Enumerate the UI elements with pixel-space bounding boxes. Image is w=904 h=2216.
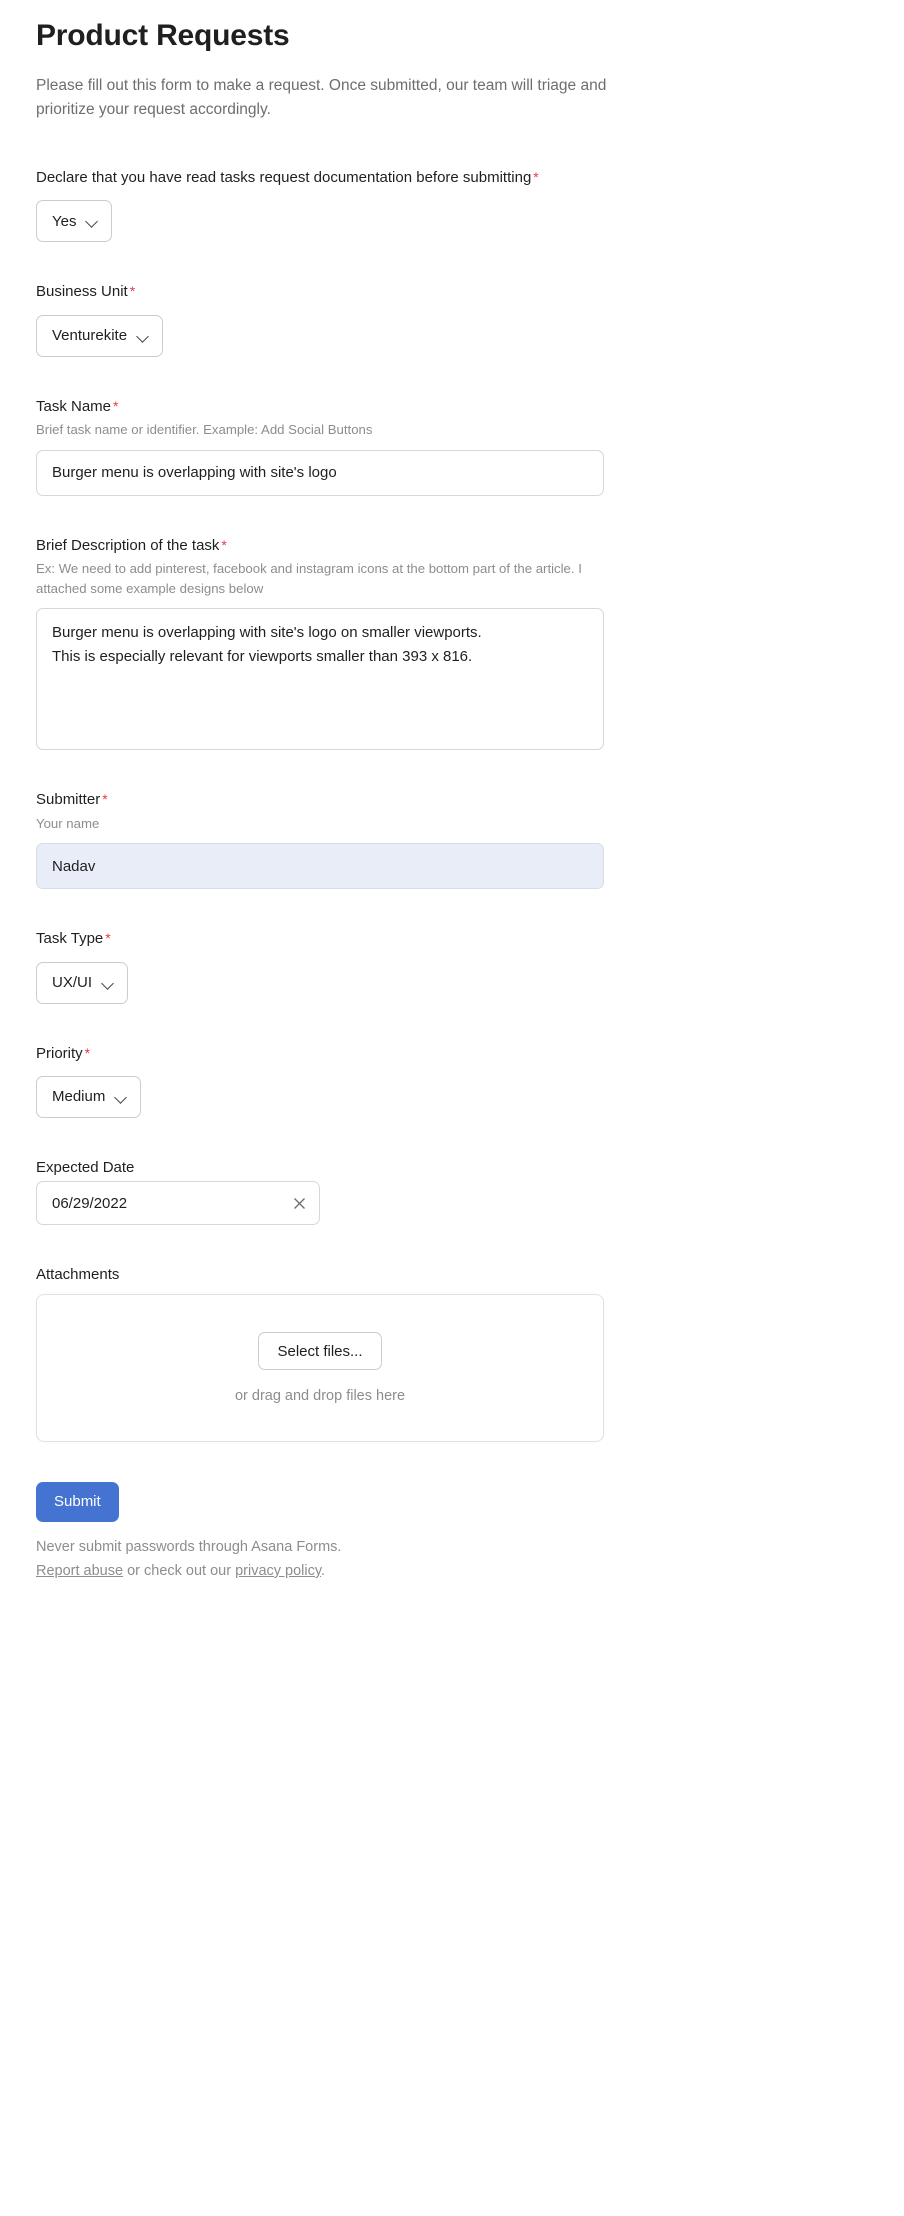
select-files-button[interactable]: Select files...: [258, 1332, 382, 1371]
task-type-dropdown[interactable]: UX/UI: [36, 961, 129, 1004]
field-priority: Priority * Medium: [36, 1044, 868, 1118]
footer-note: Never submit passwords through Asana For…: [36, 1536, 868, 1583]
submit-button[interactable]: Submit: [36, 1482, 119, 1523]
business-unit-dropdown-value: Venturekite: [52, 327, 128, 345]
required-asterisk: *: [105, 930, 111, 947]
task-name-label: Task Name *: [36, 397, 868, 417]
field-business-unit: Business Unit * Venturekite: [36, 282, 868, 357]
footer-period: .: [321, 1562, 326, 1579]
description-textarea[interactable]: Burger menu is overlapping with site's l…: [36, 608, 604, 751]
task-type-label-text: Task Type: [36, 930, 104, 948]
priority-dropdown-value: Medium: [52, 1088, 106, 1106]
submitter-label-text: Submitter: [36, 791, 101, 809]
product-request-form: Product Requests Please fill out this fo…: [0, 0, 904, 1583]
chevron-down-icon: [102, 977, 114, 989]
footer-links-line: Report abuse or check out our privacy po…: [36, 1560, 868, 1583]
footer-middle-text: or check out our: [123, 1562, 236, 1579]
expected-date-input[interactable]: [36, 1181, 320, 1226]
chevron-down-icon: [137, 330, 149, 342]
field-description: Brief Description of the task * Ex: We ne…: [36, 536, 868, 751]
drag-drop-hint: or drag and drop files here: [234, 1388, 406, 1405]
field-expected-date: Expected Date: [36, 1158, 868, 1226]
required-asterisk: *: [221, 536, 227, 553]
required-asterisk: *: [113, 397, 119, 414]
privacy-policy-link[interactable]: privacy policy: [235, 1563, 321, 1579]
task-type-dropdown-value: UX/UI: [52, 974, 93, 992]
field-declaration: Declare that you have read tasks request…: [36, 168, 868, 243]
task-name-input[interactable]: [36, 449, 604, 496]
required-asterisk: *: [533, 169, 539, 186]
description-label: Brief Description of the task *: [36, 536, 868, 556]
task-name-help: Brief task name or identifier. Example: …: [36, 421, 373, 437]
password-warning: Never submit passwords through Asana For…: [36, 1539, 342, 1556]
attachments-dropzone[interactable]: Select files... or drag and drop files h…: [36, 1294, 604, 1443]
declaration-dropdown[interactable]: Yes: [36, 200, 113, 243]
field-attachments: Attachments Select files... or drag and …: [36, 1265, 868, 1443]
description-label-text: Brief Description of the task: [36, 536, 220, 554]
priority-label: Priority *: [36, 1044, 868, 1064]
required-asterisk: *: [84, 1044, 91, 1061]
close-icon[interactable]: [288, 1192, 310, 1214]
chevron-down-icon: [86, 215, 98, 227]
required-asterisk: *: [129, 283, 136, 300]
declaration-label: Declare that you have read tasks request…: [36, 168, 868, 188]
priority-dropdown[interactable]: Medium: [36, 1075, 142, 1118]
priority-label-text: Priority: [36, 1044, 83, 1062]
report-abuse-link[interactable]: Report abuse: [36, 1563, 123, 1579]
submitter-label: Submitter *: [36, 790, 868, 810]
declaration-dropdown-value: Yes: [52, 212, 77, 230]
declaration-label-text: Declare that you have read tasks request…: [36, 169, 532, 187]
submitter-help: Your name: [36, 815, 100, 831]
field-task-name: Task Name * Brief task name or identifier…: [36, 397, 868, 496]
submit-area: Submit Never submit passwords through As…: [36, 1482, 868, 1583]
expected-date-label: Expected Date: [36, 1158, 135, 1176]
field-submitter: Submitter * Your name: [36, 790, 868, 890]
description-help: Ex: We need to add pinterest, facebook a…: [36, 560, 582, 596]
page-intro-text: Please fill out this form to make a requ…: [36, 77, 607, 119]
required-asterisk: *: [102, 791, 108, 808]
business-unit-label-text: Business Unit: [36, 283, 128, 301]
business-unit-dropdown[interactable]: Venturekite: [36, 314, 164, 357]
chevron-down-icon: [115, 1091, 127, 1103]
business-unit-label: Business Unit *: [36, 282, 868, 302]
field-task-type: Task Type * UX/UI: [36, 929, 868, 1004]
attachments-label: Attachments: [36, 1266, 120, 1284]
submitter-input[interactable]: [36, 843, 604, 890]
task-type-label: Task Type *: [36, 929, 868, 949]
task-name-label-text: Task Name: [36, 397, 112, 415]
expected-date-field: [36, 1181, 320, 1226]
page-title: Product Requests: [36, 19, 290, 52]
